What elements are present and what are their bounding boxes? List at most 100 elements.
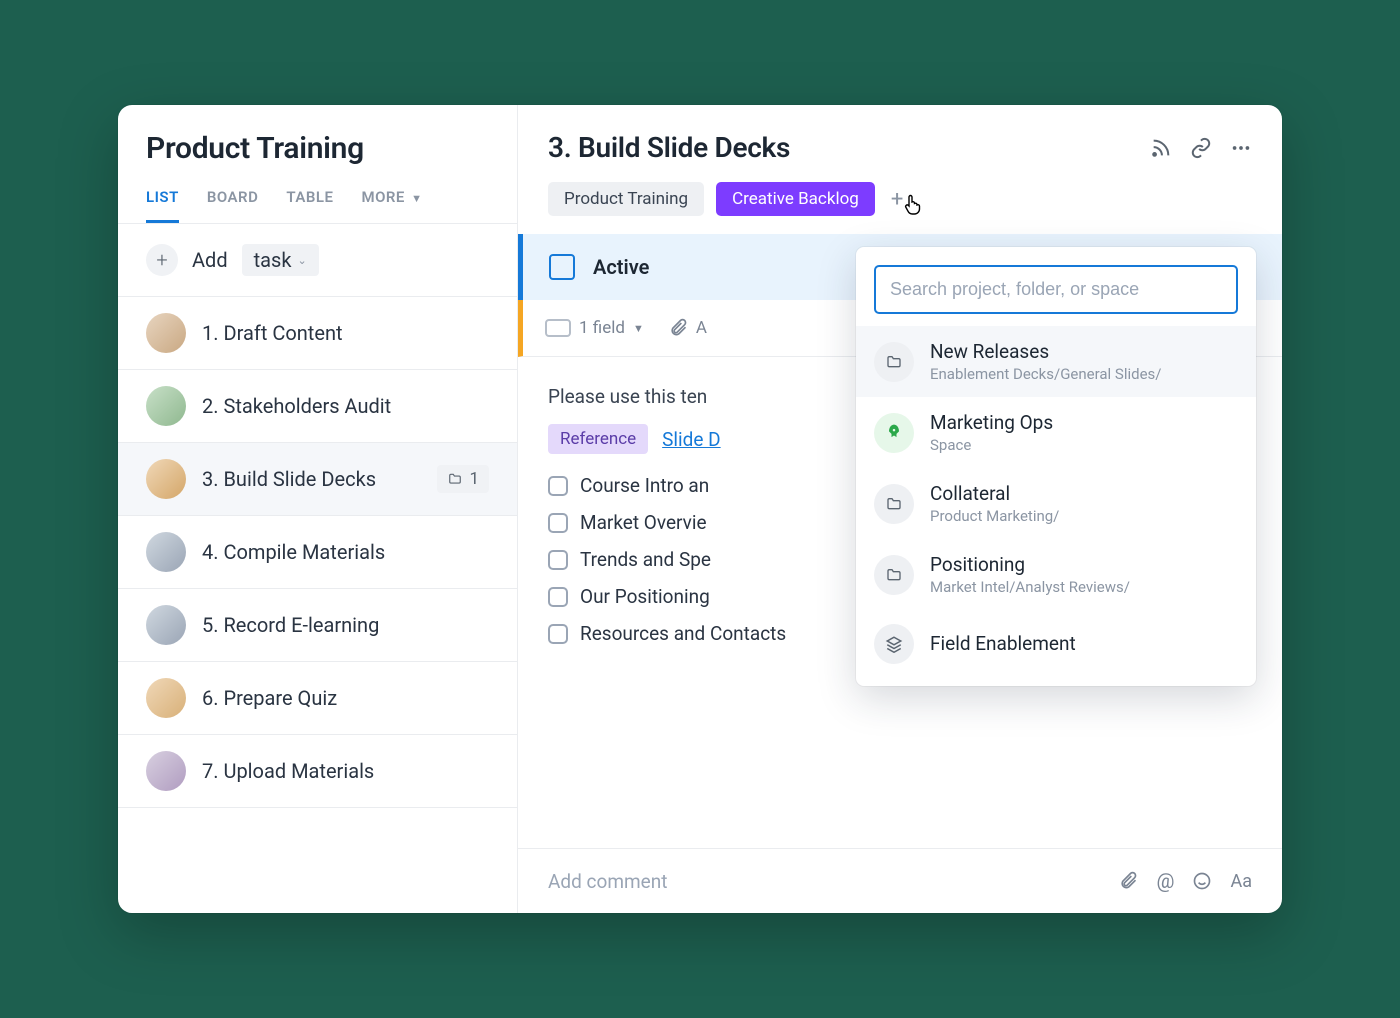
dropdown-item-subtitle: Product Marketing/ xyxy=(930,507,1059,525)
task-name: 1. Draft Content xyxy=(202,321,489,345)
task-name: 7. Upload Materials xyxy=(202,759,489,783)
dropdown-item-text: Marketing Ops Space xyxy=(930,411,1053,454)
folder-icon xyxy=(447,472,463,486)
avatar xyxy=(146,532,186,572)
dropdown-list: New Releases Enablement Decks/General Sl… xyxy=(856,326,1256,678)
dropdown-item[interactable]: Collateral Product Marketing/ xyxy=(856,468,1256,539)
task-row[interactable]: 5. Record E-learning xyxy=(118,589,517,662)
dropdown-item-text: Field Enablement xyxy=(930,632,1076,657)
avatar xyxy=(146,751,186,791)
text-format-button[interactable]: Aa xyxy=(1230,871,1252,892)
add-task-button[interactable]: + Add task ⌄ xyxy=(118,224,517,297)
project-title: Product Training xyxy=(146,131,489,166)
task-type-selector[interactable]: task ⌄ xyxy=(242,244,319,276)
tags-row: Product Training Creative Backlog + xyxy=(548,182,1252,216)
dropdown-item[interactable]: Marketing Ops Space xyxy=(856,397,1256,468)
avatar xyxy=(146,605,186,645)
dropdown-item-text: Collateral Product Marketing/ xyxy=(930,482,1059,525)
chevron-down-icon: ▼ xyxy=(633,322,644,335)
status-checkbox[interactable] xyxy=(549,254,575,280)
custom-fields-button[interactable]: 1 field ▼ xyxy=(545,318,644,338)
paperclip-icon[interactable] xyxy=(1118,871,1138,891)
tab-more-label: MORE xyxy=(361,188,404,206)
dropdown-item-title: Positioning xyxy=(930,553,1130,576)
emoji-icon[interactable] xyxy=(1192,871,1212,891)
tag-backlog[interactable]: Creative Backlog xyxy=(716,182,875,216)
status-label: Active xyxy=(593,255,649,279)
checkbox[interactable] xyxy=(548,550,568,570)
cursor-hand-icon xyxy=(901,192,925,216)
rocket-icon xyxy=(874,413,914,453)
task-type-label: task xyxy=(254,248,292,272)
chevron-down-icon: ▼ xyxy=(411,192,422,205)
location-picker-dropdown: New Releases Enablement Decks/General Sl… xyxy=(856,247,1256,686)
mention-icon[interactable]: @ xyxy=(1156,869,1174,893)
dropdown-item[interactable]: Field Enablement xyxy=(856,610,1256,678)
reference-chip: Reference xyxy=(548,424,648,454)
tab-table[interactable]: TABLE xyxy=(286,188,333,223)
task-row[interactable]: 6. Prepare Quiz xyxy=(118,662,517,735)
dropdown-item-subtitle: Enablement Decks/General Slides/ xyxy=(930,365,1161,383)
checklist-label: Trends and Spe xyxy=(580,548,711,571)
folder-count: 1 xyxy=(469,469,479,489)
comment-input[interactable]: Add comment xyxy=(548,870,667,893)
folder-icon xyxy=(874,555,914,595)
task-row[interactable]: 3. Build Slide Decks 1 xyxy=(118,443,517,516)
avatar xyxy=(146,313,186,353)
search-input[interactable] xyxy=(874,265,1238,314)
comment-actions: @ Aa xyxy=(1118,869,1252,893)
dropdown-item-text: New Releases Enablement Decks/General Sl… xyxy=(930,340,1161,383)
avatar xyxy=(146,678,186,718)
dropdown-item-subtitle: Market Intel/Analyst Reviews/ xyxy=(930,578,1130,596)
checkbox[interactable] xyxy=(548,476,568,496)
task-row[interactable]: 4. Compile Materials xyxy=(118,516,517,589)
tab-list[interactable]: LIST xyxy=(146,188,179,223)
dropdown-item-title: Collateral xyxy=(930,482,1059,505)
dropdown-item-title: Field Enablement xyxy=(930,632,1076,655)
task-name: 6. Prepare Quiz xyxy=(202,686,489,710)
checkbox[interactable] xyxy=(548,624,568,644)
task-row[interactable]: 7. Upload Materials xyxy=(118,735,517,808)
checkbox[interactable] xyxy=(548,513,568,533)
reference-link[interactable]: Slide D xyxy=(662,428,721,451)
title-actions xyxy=(1150,137,1252,159)
dropdown-item[interactable]: New Releases Enablement Decks/General Sl… xyxy=(856,326,1256,397)
checklist-label: Resources and Contacts xyxy=(580,622,786,645)
tag-project[interactable]: Product Training xyxy=(548,182,704,216)
sidebar-header: Product Training xyxy=(118,105,517,166)
task-name: 4. Compile Materials xyxy=(202,540,489,564)
task-row[interactable]: 2. Stakeholders Audit xyxy=(118,370,517,443)
task-list: 1. Draft Content 2. Stakeholders Audit 3… xyxy=(118,297,517,913)
attachments-button[interactable]: A xyxy=(668,318,707,338)
tab-board[interactable]: BOARD xyxy=(207,188,259,223)
task-row[interactable]: 1. Draft Content xyxy=(118,297,517,370)
link-icon[interactable] xyxy=(1190,137,1212,159)
dropdown-item[interactable]: Positioning Market Intel/Analyst Reviews… xyxy=(856,539,1256,610)
layers-icon xyxy=(874,624,914,664)
sidebar: Product Training LIST BOARD TABLE MORE ▼… xyxy=(118,105,518,913)
checkbox[interactable] xyxy=(548,587,568,607)
dropdown-item-title: Marketing Ops xyxy=(930,411,1053,434)
avatar xyxy=(146,459,186,499)
checklist-label: Market Overvie xyxy=(580,511,707,534)
app-window: Product Training LIST BOARD TABLE MORE ▼… xyxy=(118,105,1282,913)
task-name: 2. Stakeholders Audit xyxy=(202,394,489,418)
more-icon[interactable] xyxy=(1230,137,1252,159)
view-tabs: LIST BOARD TABLE MORE ▼ xyxy=(118,188,517,224)
dropdown-item-title: New Releases xyxy=(930,340,1161,363)
task-title: 3. Build Slide Decks xyxy=(548,131,790,164)
folder-count-badge: 1 xyxy=(437,465,489,493)
fields-count-label: 1 field xyxy=(579,318,625,338)
search-wrap xyxy=(856,265,1256,326)
avatar xyxy=(146,386,186,426)
checklist-label: Our Positioning xyxy=(580,585,710,608)
comment-bar: Add comment @ Aa xyxy=(518,848,1282,913)
checklist-label: Course Intro an xyxy=(580,474,709,497)
attach-label: A xyxy=(696,318,707,338)
folder-icon xyxy=(874,342,914,382)
task-name: 3. Build Slide Decks xyxy=(202,467,421,491)
paperclip-icon xyxy=(668,318,688,338)
dropdown-item-subtitle: Space xyxy=(930,436,1053,454)
rss-icon[interactable] xyxy=(1150,137,1172,159)
tab-more[interactable]: MORE ▼ xyxy=(361,188,422,223)
